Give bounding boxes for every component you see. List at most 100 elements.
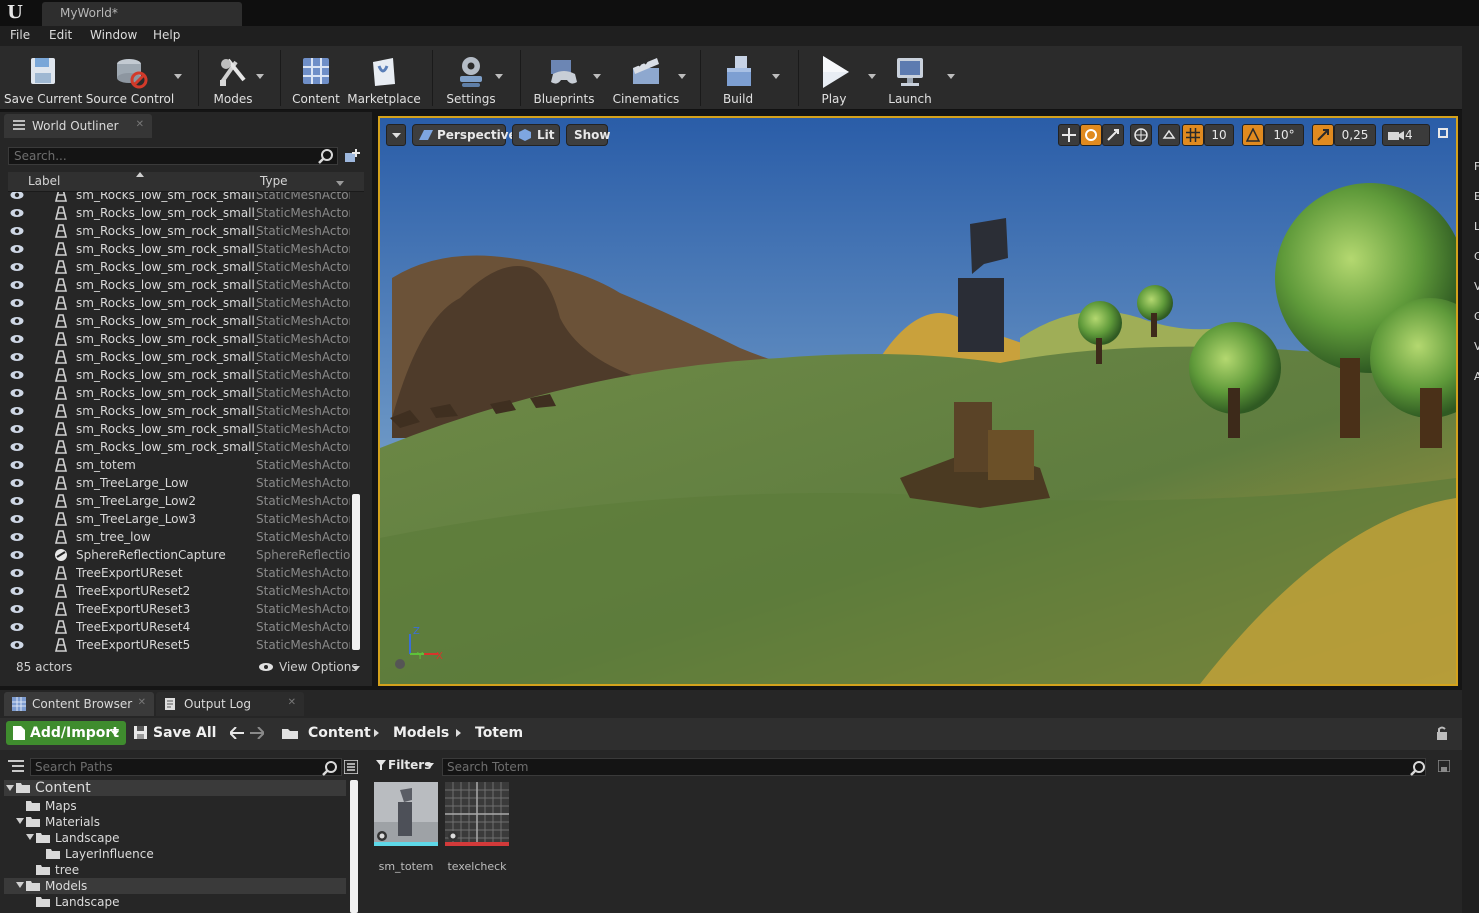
outliner-row[interactable]: sm_Rocks_low_sm_rock_small_45 StaticMeshA…: [8, 258, 350, 276]
unreal-logo-icon[interactable]: U: [4, 2, 26, 24]
visibility-eye-icon[interactable]: [10, 424, 24, 434]
visibility-eye-icon[interactable]: [10, 604, 24, 614]
camera-speed-button[interactable]: 4: [1382, 124, 1430, 146]
visibility-eye-icon[interactable]: [10, 208, 24, 218]
tree-expand-icon[interactable]: [16, 818, 24, 824]
breadcrumb-content[interactable]: Content: [308, 726, 371, 740]
close-icon[interactable]: ✕: [288, 697, 296, 708]
close-icon[interactable]: ✕: [136, 119, 144, 130]
outliner-row[interactable]: sm_TreeLarge_Low3 StaticMeshActor: [8, 510, 350, 528]
tree-expand-icon[interactable]: [26, 834, 34, 840]
surface-snap-button[interactable]: [1158, 124, 1180, 146]
lit-button[interactable]: Lit: [512, 124, 560, 146]
viewport-options-button[interactable]: [386, 124, 406, 146]
save-current-button[interactable]: Save Current: [4, 48, 82, 108]
breadcrumb-arrow-icon[interactable]: [374, 729, 379, 737]
scale-snap-toggle[interactable]: [1312, 124, 1334, 146]
search-assets-input[interactable]: Search Totem: [442, 758, 1426, 776]
visibility-eye-icon[interactable]: [10, 532, 24, 542]
outliner-search-input[interactable]: Search...: [8, 147, 338, 165]
scale-snap-value[interactable]: 0,25: [1334, 124, 1376, 146]
search-paths-input[interactable]: Search Paths: [30, 758, 342, 776]
outliner-row[interactable]: sm_Rocks_low_sm_rock_small_49 StaticMeshA…: [8, 330, 350, 348]
show-button[interactable]: Show: [566, 124, 611, 146]
search-icon[interactable]: [322, 760, 338, 776]
visibility-eye-icon[interactable]: [10, 192, 24, 200]
cinematics-button[interactable]: Cinematics: [608, 48, 686, 108]
outliner-row[interactable]: sm_TreeLarge_Low2 StaticMeshActor: [8, 492, 350, 510]
maximize-viewport-button[interactable]: [1438, 128, 1448, 138]
source-control-button[interactable]: Source Control: [84, 48, 176, 108]
visibility-eye-icon[interactable]: [10, 352, 24, 362]
visibility-eye-icon[interactable]: [10, 388, 24, 398]
outliner-row[interactable]: TreeExportUReset StaticMeshActor: [8, 564, 350, 582]
outliner-row[interactable]: sm_Rocks_low_sm_rock_small_47 StaticMeshA…: [8, 294, 350, 312]
visibility-eye-icon[interactable]: [10, 478, 24, 488]
outliner-row[interactable]: sm_Rocks_low_sm_rock_small_55 StaticMeshA…: [8, 438, 350, 456]
visibility-eye-icon[interactable]: [10, 280, 24, 290]
visibility-eye-icon[interactable]: [10, 550, 24, 560]
visibility-eye-icon[interactable]: [10, 298, 24, 308]
outliner-row[interactable]: sm_Rocks_low_sm_rock_small_46 StaticMeshA…: [8, 276, 350, 294]
outliner-row[interactable]: sm_Rocks_low_sm_rock_small_54 StaticMeshA…: [8, 420, 350, 438]
outliner-row[interactable]: TreeExportUReset4 StaticMeshActor: [8, 618, 350, 636]
lock-icon[interactable]: [1436, 726, 1450, 740]
outliner-row[interactable]: TreeExportUReset2 StaticMeshActor: [8, 582, 350, 600]
column-label-header[interactable]: Label: [28, 174, 60, 188]
outliner-row[interactable]: sm_Rocks_low_sm_rock_small_50 StaticMeshA…: [8, 348, 350, 366]
settings-button[interactable]: Settings: [440, 48, 503, 108]
back-arrow-icon[interactable]: [230, 727, 244, 739]
visibility-eye-icon[interactable]: [10, 262, 24, 272]
folder-open-icon[interactable]: [282, 727, 298, 739]
outliner-row[interactable]: sm_Rocks_low_sm_rock_small_48 StaticMeshA…: [8, 312, 350, 330]
outliner-row[interactable]: TreeExportUReset3 StaticMeshActor: [8, 600, 350, 618]
world-outliner-tab[interactable]: World Outliner ✕: [4, 114, 152, 138]
add-import-button[interactable]: Add/Import: [6, 721, 126, 745]
marketplace-button[interactable]: Marketplace: [346, 48, 422, 108]
paths-scrollbar[interactable]: [350, 780, 358, 913]
visibility-eye-icon[interactable]: [10, 496, 24, 506]
blueprints-button[interactable]: Blueprints: [526, 48, 602, 108]
outliner-row[interactable]: SphereReflectionCapture SphereReflection: [8, 546, 350, 564]
outliner-row[interactable]: sm_Rocks_low_sm_rock_small_51 StaticMeshA…: [8, 366, 350, 384]
visibility-eye-icon[interactable]: [10, 226, 24, 236]
visibility-eye-icon[interactable]: [10, 442, 24, 452]
rotation-snap-value[interactable]: 10°: [1264, 124, 1304, 146]
menu-file[interactable]: File: [10, 28, 30, 42]
tree-item-models[interactable]: Models: [4, 878, 346, 894]
visibility-eye-icon[interactable]: [10, 406, 24, 416]
close-icon[interactable]: ✕: [138, 697, 146, 708]
menu-edit[interactable]: Edit: [49, 28, 72, 42]
outliner-row[interactable]: sm_Rocks_low_sm_rock_small_42 StaticMeshA…: [8, 204, 350, 222]
menu-help[interactable]: Help: [153, 28, 180, 42]
outliner-row[interactable]: sm_tree_low StaticMeshActor: [8, 528, 350, 546]
play-button[interactable]: Play: [806, 48, 876, 108]
rotate-mode-button[interactable]: [1080, 124, 1102, 146]
output-log-tab[interactable]: Output Log ✕: [156, 692, 304, 716]
path-view-options-icon[interactable]: [344, 760, 358, 774]
grid-snap-value[interactable]: 10: [1204, 124, 1234, 146]
save-all-button[interactable]: Save All: [134, 721, 216, 745]
add-folder-icon[interactable]: [344, 148, 360, 164]
scale-mode-button[interactable]: [1102, 124, 1124, 146]
breadcrumb-totem[interactable]: Totem: [475, 726, 523, 740]
asset-tile-texelcheck[interactable]: [445, 782, 509, 846]
translate-mode-button[interactable]: [1058, 124, 1080, 146]
content-button[interactable]: Content: [288, 48, 344, 108]
chevron-down-icon[interactable]: [336, 181, 344, 187]
outliner-row[interactable]: TreeExportUReset5 StaticMeshActor: [8, 636, 350, 652]
outliner-row[interactable]: sm_Rocks_low_sm_rock_small_52 StaticMeshA…: [8, 384, 350, 402]
content-browser-tab[interactable]: Content Browser ✕: [4, 692, 154, 716]
outliner-row[interactable]: sm_Rocks_low_sm_rock_small_41 StaticMeshA…: [8, 192, 350, 204]
visibility-eye-icon[interactable]: [10, 244, 24, 254]
menu-window[interactable]: Window: [90, 28, 137, 42]
visibility-eye-icon[interactable]: [10, 370, 24, 380]
visibility-eye-icon[interactable]: [10, 316, 24, 326]
tree-item-content[interactable]: Content: [4, 780, 346, 796]
column-type-header[interactable]: Type: [260, 174, 288, 188]
outliner-scrollbar[interactable]: [352, 494, 360, 650]
launch-button[interactable]: Launch: [880, 48, 955, 108]
modes-button[interactable]: Modes: [204, 48, 264, 108]
grid-snap-toggle[interactable]: [1182, 124, 1204, 146]
search-icon[interactable]: [318, 148, 334, 164]
